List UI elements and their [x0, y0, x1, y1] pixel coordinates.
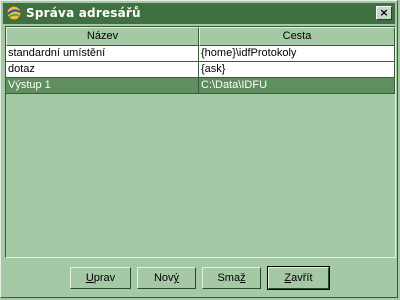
new-label-pre: Nov	[153, 272, 174, 284]
cell-name: standardní umístění	[6, 46, 199, 62]
delete-button[interactable]: Smaž	[202, 267, 261, 289]
delete-accel: ž	[240, 272, 246, 284]
table-row[interactable]: standardní umístění {home}\idfProtokoly	[6, 46, 395, 62]
table-row[interactable]: dotaz {ask}	[6, 62, 395, 78]
edit-label-rest: prav	[93, 272, 116, 284]
cell-name: dotaz	[6, 62, 199, 78]
table-header: Název Cesta	[6, 27, 395, 46]
directory-manager-window: Správa adresářů × Název Cesta standardní…	[0, 0, 398, 298]
cell-name: Výstup 1	[6, 78, 199, 94]
edit-button[interactable]: Uprav	[70, 267, 131, 289]
cell-path: {home}\idfProtokoly	[199, 46, 395, 62]
edit-accel: U	[85, 272, 94, 284]
table-row-selected[interactable]: Výstup 1 C:\Data\IDFU	[6, 78, 395, 94]
directory-table: Název Cesta standardní umístění {home}\i…	[5, 26, 396, 258]
window-title: Správa adresářů	[26, 6, 141, 20]
close-label-rest: avřít	[291, 272, 313, 284]
title-bar[interactable]: Správa adresářů ×	[3, 3, 395, 24]
close-icon[interactable]: ×	[376, 6, 392, 20]
close-button[interactable]: Zavřít	[267, 266, 330, 290]
new-accel: ý	[173, 272, 180, 284]
app-globe-icon	[6, 5, 22, 21]
delete-label-pre: Sma	[217, 272, 241, 284]
column-header-path[interactable]: Cesta	[199, 27, 395, 46]
column-header-name[interactable]: Název	[6, 27, 199, 46]
new-button[interactable]: Nový	[137, 267, 196, 289]
cell-path: {ask}	[199, 62, 395, 78]
cell-path: C:\Data\IDFU	[199, 78, 395, 94]
